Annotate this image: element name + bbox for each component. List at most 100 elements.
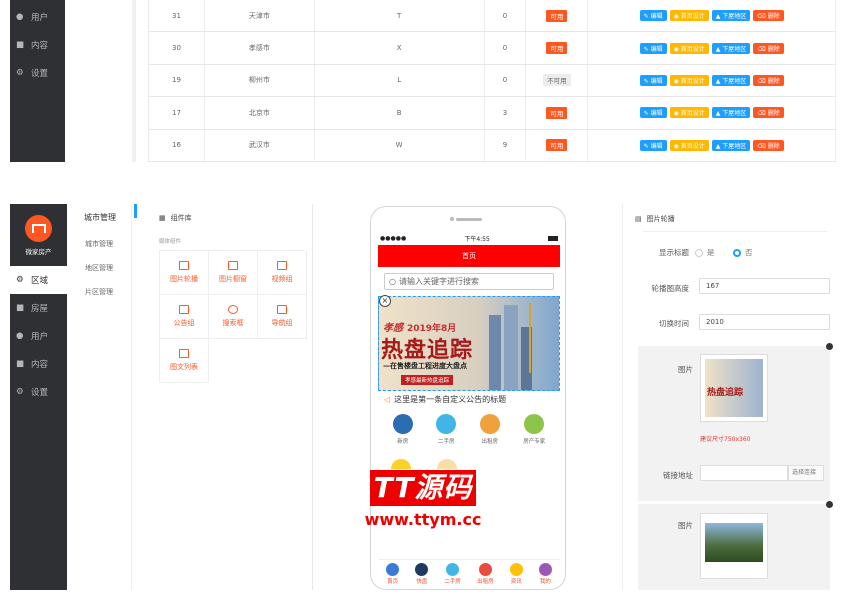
phone-camera [450,217,454,221]
delete-button[interactable]: ⌫ 删除 [753,10,784,22]
submenu-item-city[interactable]: 城市管理 [67,232,131,256]
delete-button[interactable]: ⌫ 删除 [753,139,784,151]
interval-input[interactable]: 2010 [699,314,830,330]
edit-button[interactable]: ✎ 编辑 [639,107,667,119]
megaphone-icon: ◁ [384,395,391,404]
sidebar-item-content[interactable]: ■ 内容 [10,350,67,378]
table-cell: 16 [149,129,205,161]
phone-banner[interactable]: 孝感 2019年8月 热盘追踪 —在售楼盘工程进度大盘点 孝感最新热盘追踪 [378,296,560,391]
banner-building-1 [489,315,501,390]
row-count: 0 [502,44,508,53]
home-design-button[interactable]: ◉ 首页设计 [669,74,709,86]
edit-button[interactable]: ✎ 编辑 [639,139,667,151]
table-row: 19 柳州市 L 0 不可用 ✎ 编辑 ◉ 首页设计 ▲ 下屋地区 ⌫ 删除 [149,64,836,98]
delete-button[interactable]: ⌫ 删除 [753,107,784,119]
height-input[interactable]: 167 [699,278,830,294]
tab-quick[interactable]: 快盘 [415,562,429,585]
component-window[interactable]: 图片橱窗 [209,251,258,295]
image-icon [179,261,189,270]
row-letter: L [397,76,402,85]
row-name: 柳州市 [248,76,270,85]
submenu-item-district[interactable]: 地区管理 [67,256,131,280]
tab-home[interactable]: 首页 [386,562,400,585]
row-letter: X [396,44,402,53]
select-link-button[interactable]: 选择连接 [788,465,824,481]
quick-second-hand[interactable]: 二手房 [436,414,457,445]
sidebar-item-region[interactable]: ⚙ 区域 [10,266,67,294]
home-design-button[interactable]: ◉ 首页设计 [669,42,709,54]
scroll-indicator[interactable] [134,204,137,218]
home-icon [386,562,400,576]
sub-area-button[interactable]: ▲ 下屋地区 [711,10,751,22]
top-sidebar-item-users[interactable]: ● 用户 [10,3,65,31]
user-icon: ● [16,12,24,22]
status-badge[interactable]: 不可用 [543,74,571,87]
status-badge[interactable]: 可用 [546,9,568,22]
edit-button[interactable]: ✎ 编辑 [639,74,667,86]
status-badge[interactable]: 可用 [546,106,568,119]
component-article-list[interactable]: 图文列表 [160,339,209,383]
sidebar-item-settings[interactable]: ⚙ 设置 [10,378,67,406]
image-thumbnail-2[interactable] [700,513,768,579]
home-design-button[interactable]: ◉ 首页设计 [669,107,709,119]
edit-button[interactable]: ✎ 编辑 [639,10,667,22]
size-hint: 建议尺寸750x360 [700,436,751,443]
row-id: 19 [172,76,181,85]
image-thumbnail[interactable]: 热盘追踪 [700,354,768,422]
image-label-2: 图片 [678,521,693,530]
table-cell: 武汉市 [205,129,315,161]
link-input[interactable] [700,465,788,481]
component-search[interactable]: 搜索框 [209,295,258,339]
remove-item-1-icon[interactable] [826,343,833,350]
sub-area-button[interactable]: ▲ 下屋地区 [711,107,751,119]
delete-button[interactable]: ⌫ 删除 [753,42,784,54]
edit-button[interactable]: ✎ 编辑 [639,42,667,54]
home-design-button[interactable]: ◉ 首页设计 [669,139,709,151]
component-video[interactable]: 视频组 [258,251,307,295]
quick-expert[interactable]: 房产专家 [523,414,545,445]
quick-nav-row2-icon [391,459,411,469]
tab-rental[interactable]: 出租房 [477,562,494,585]
status-badge[interactable]: 可用 [546,139,568,152]
carousel-item-2: 图片 [638,504,830,590]
table-cell: 31 [149,0,205,32]
remove-item-2-icon[interactable] [826,501,833,508]
home-design-button[interactable]: ◉ 首页设计 [669,10,709,22]
sidebar-item-users[interactable]: ● 用户 [10,322,67,350]
sub-area-button[interactable]: ▲ 下屋地区 [711,42,751,54]
sub-area-button[interactable]: ▲ 下屋地区 [711,74,751,86]
banner-headline: 热盘追踪 [381,338,474,363]
top-sidebar-item-content[interactable]: ■ 内容 [10,31,65,59]
show-title-radio-yes[interactable]: 是 [695,247,715,258]
show-title-radio-no[interactable]: 否 [733,247,753,258]
submenu-item-area[interactable]: 片区管理 [67,280,131,304]
top-sidebar-item-settings[interactable]: ⚙ 设置 [10,59,65,87]
table-cell: 可用 [526,0,589,32]
tab-mine[interactable]: 我的 [538,562,552,585]
brand-logo-icon [25,214,52,242]
tab-news[interactable]: 资讯 [509,562,523,585]
table-cell: ✎ 编辑 ◉ 首页设计 ▲ 下屋地区 ⌫ 删除 [588,64,836,97]
quick-new-house[interactable]: 新房 [392,414,413,445]
delete-button[interactable]: ⌫ 删除 [753,74,784,86]
top-sidebar: ● 用户 ■ 内容 ⚙ 设置 [10,0,65,162]
component-notice[interactable]: 公告组 [160,295,209,339]
close-icon[interactable]: × [379,295,391,307]
sub-area-button[interactable]: ▲ 下屋地区 [711,139,751,151]
quick-icon [415,562,429,576]
rental-icon [479,414,500,434]
quick-rental[interactable]: 出租房 [479,414,500,445]
sidebar-item-house[interactable]: ■ 房屋 [10,294,67,322]
tab-bar: 首页 快盘 二手房 出租房 资讯 我的 [378,559,560,587]
show-title-label: 显示标题 [659,248,689,257]
status-time: 下午4:55 [464,235,490,243]
row-letter: B [396,108,402,117]
table-cell: 可用 [526,129,589,161]
phone-search-box[interactable]: ○ 请输入关键字进行搜索 [384,273,554,290]
submenu: 城市管理 城市管理 地区管理 片区管理 [67,204,132,590]
component-nav[interactable]: 导航组 [258,295,307,339]
component-carousel[interactable]: 图片轮播 [160,251,209,295]
tab-second-hand[interactable]: 二手房 [444,562,461,585]
table-row: 31 天津市 T 0 可用 ✎ 编辑 ◉ 首页设计 ▲ 下屋地区 ⌫ 删除 [149,0,836,33]
status-badge[interactable]: 可用 [546,42,568,55]
